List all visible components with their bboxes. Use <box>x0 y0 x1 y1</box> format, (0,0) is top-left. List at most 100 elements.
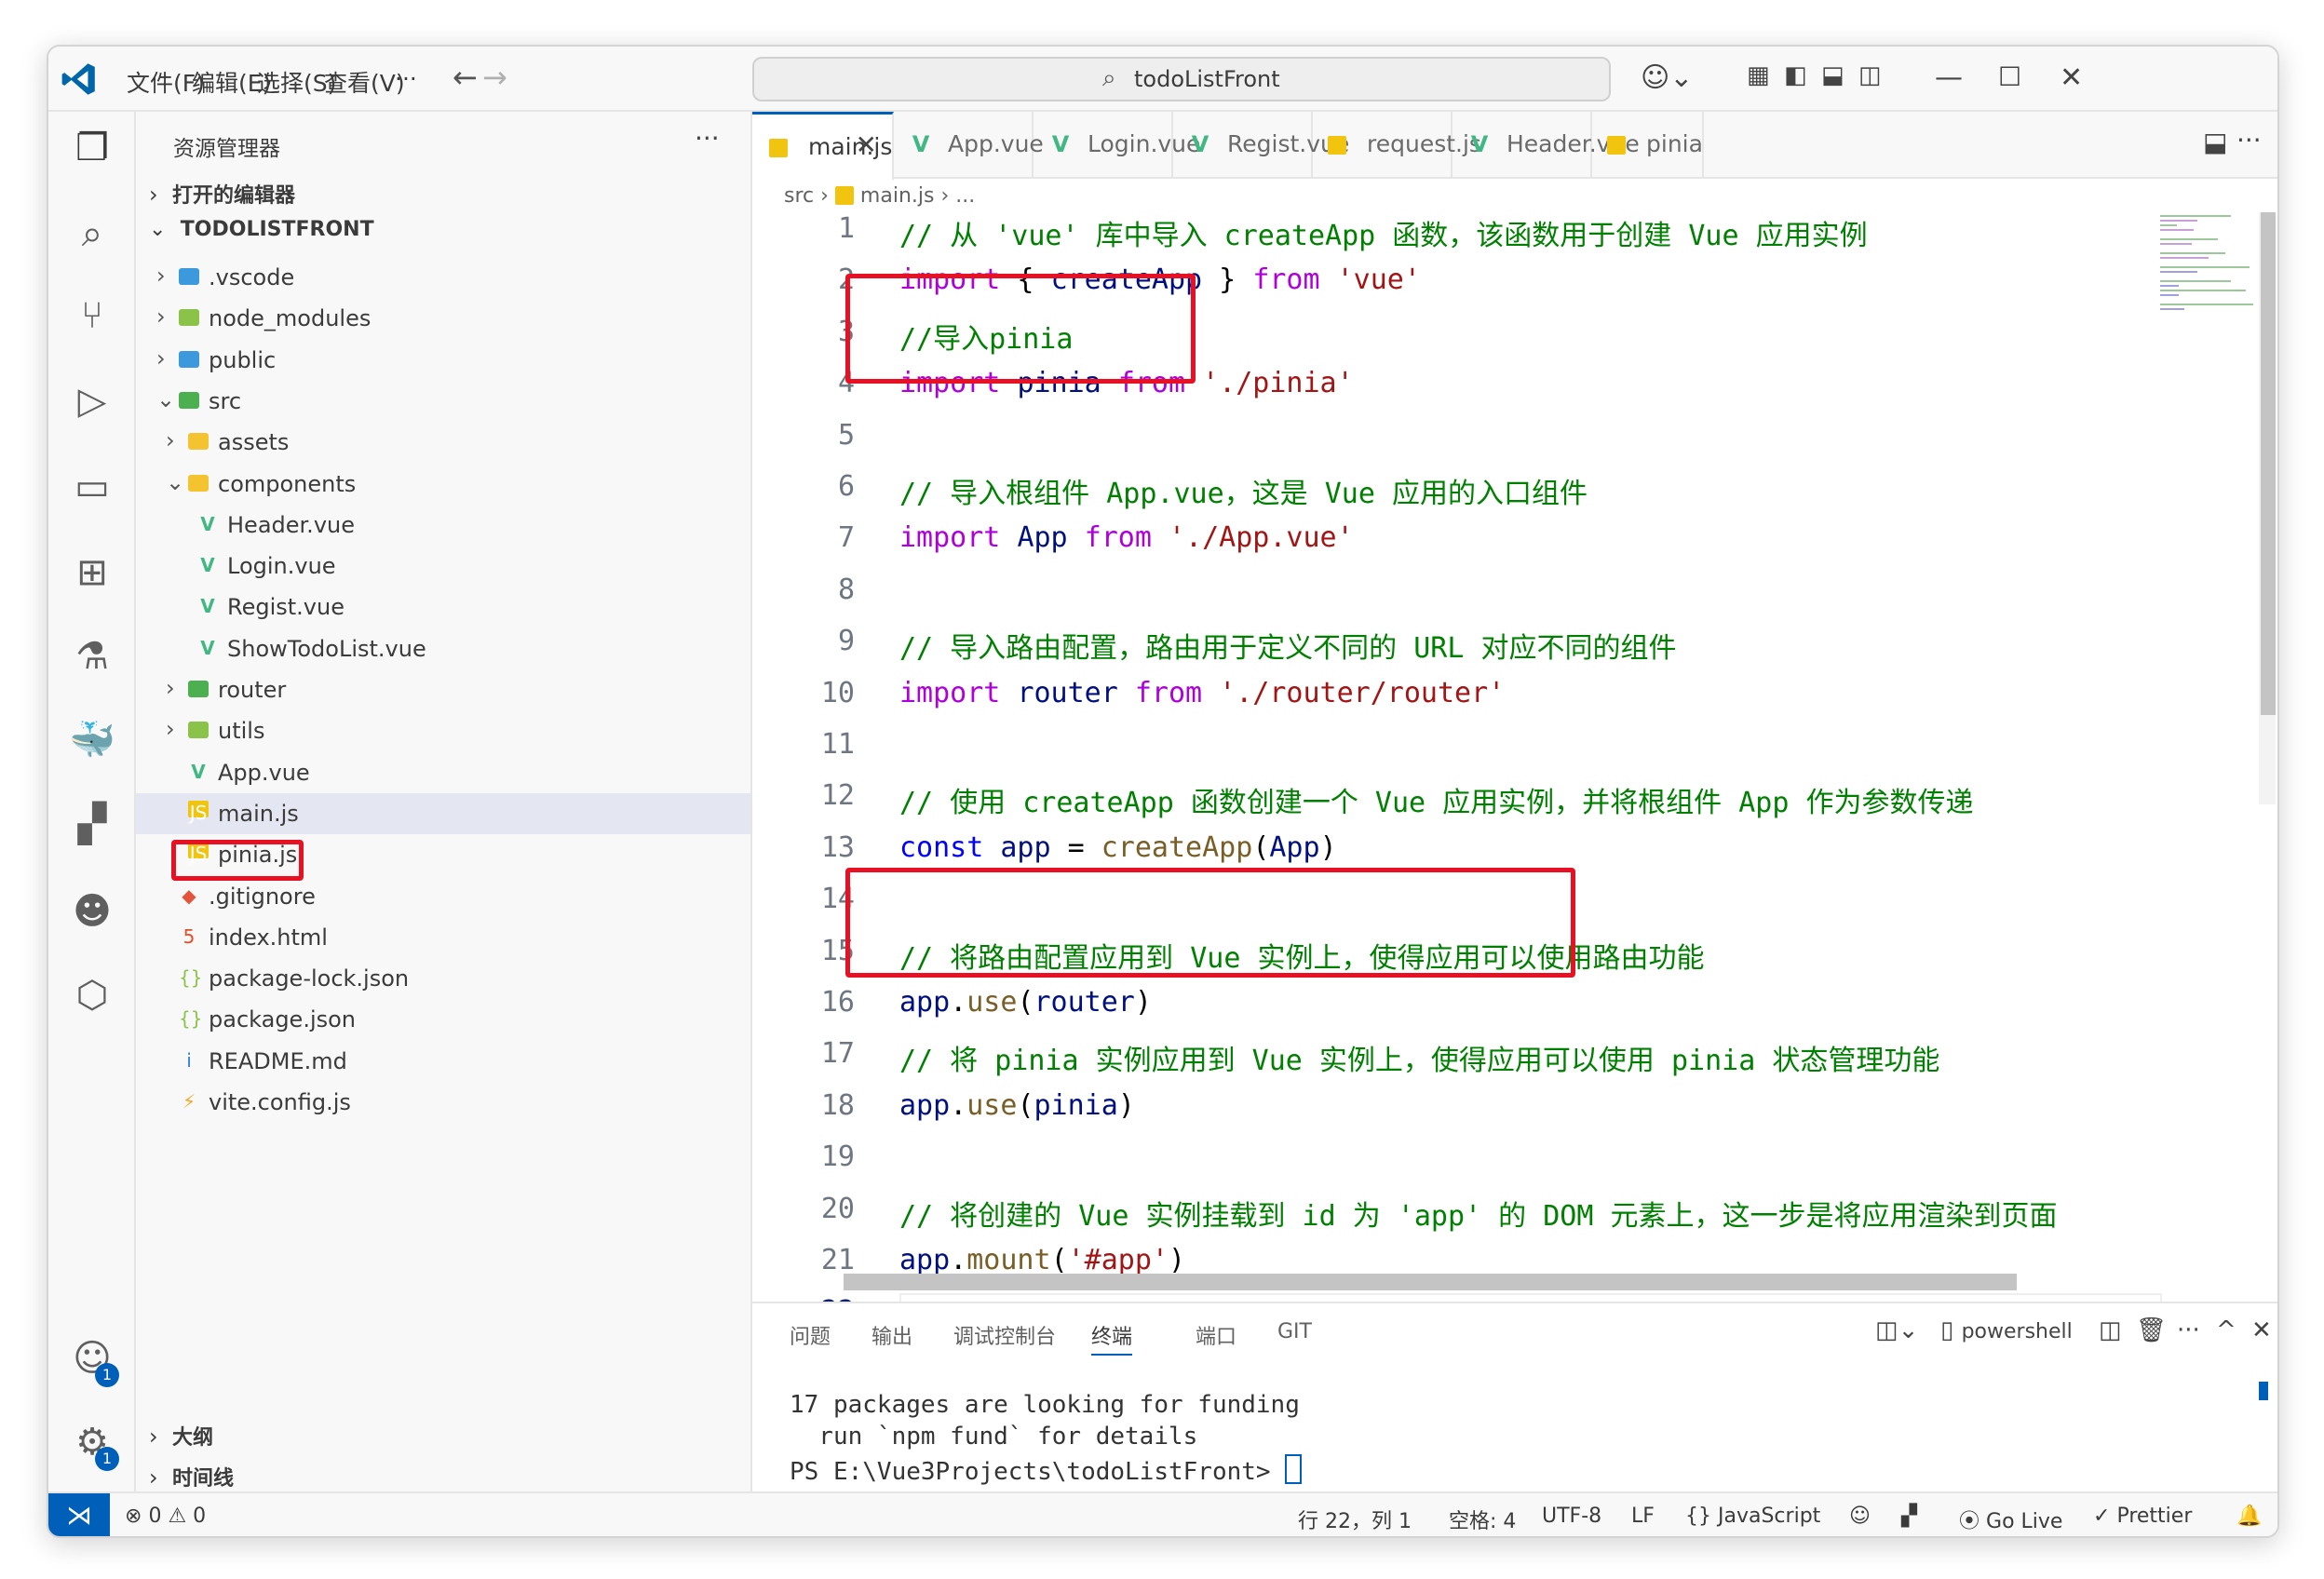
source-control-icon[interactable]: ⑂ <box>69 292 115 339</box>
maximize-panel-icon[interactable]: ^ <box>2216 1316 2236 1344</box>
problems-status[interactable]: ⊗ 0 ⚠ 0 <box>125 1505 206 1528</box>
editor-tab[interactable]: V Regist.vue <box>1171 112 1349 177</box>
breadcrumb-symbols[interactable]: ... <box>955 184 975 208</box>
docker-icon[interactable]: 🐳 <box>69 717 115 763</box>
tree-item[interactable]: V App.vue <box>136 752 750 793</box>
more-actions-icon[interactable]: ··· <box>695 123 720 154</box>
split-editor-icon[interactable]: ⬓ <box>2203 127 2227 157</box>
tree-item[interactable]: {} package.json <box>136 999 750 1040</box>
code-line[interactable]: app.mount('#app') <box>899 1244 1185 1276</box>
cursor-position[interactable]: 行 22，列 1 <box>1298 1505 1412 1534</box>
testing-icon[interactable]: ⚗ <box>69 633 115 680</box>
editor-tab[interactable]: V Login.vue <box>1032 112 1200 177</box>
terminal-prompt[interactable]: PS E:\Vue3Projects\todoListFront> <box>790 1454 1303 1486</box>
toggle-panel-icon[interactable]: ⬓ <box>1821 61 1844 89</box>
tree-item[interactable]: › .vscode <box>136 257 750 298</box>
toggle-sidebar-icon[interactable]: ◧ <box>1784 61 1807 89</box>
close-tab-icon[interactable]: ✕ <box>856 129 877 160</box>
code-line[interactable]: // 将创建的 Vue 实例挂载到 id 为 'app' 的 DOM 元素上，这… <box>899 1193 2057 1234</box>
forward-arrow-icon[interactable]: → <box>482 60 507 95</box>
tree-item[interactable]: V Login.vue <box>136 546 750 587</box>
tree-item[interactable]: ⌄ src <box>136 381 750 422</box>
extensions-icon[interactable]: ⊞ <box>69 549 115 596</box>
code-line[interactable]: const app = createApp(App) <box>899 831 1337 864</box>
kubernetes-icon[interactable]: ⬡ <box>69 972 115 1019</box>
code-line[interactable]: import App from './App.vue' <box>899 521 1354 554</box>
menu-view[interactable]: 查看(V) <box>324 65 405 99</box>
code-line[interactable]: import router from './router/router' <box>899 677 1505 709</box>
copilot-status-icon[interactable]: ☺ <box>1849 1505 1871 1528</box>
language-mode[interactable]: {} JavaScript <box>1685 1505 1820 1528</box>
copilot-icon[interactable]: ☺⌄ <box>1641 61 1693 94</box>
explorer-icon[interactable]: ❐ <box>69 125 115 171</box>
tab-terminal[interactable]: 终端 <box>1091 1320 1133 1356</box>
tree-item[interactable]: ⚡ vite.config.js <box>136 1082 750 1123</box>
gitlens-status-icon[interactable]: ▞ <box>1901 1505 1917 1528</box>
close-panel-icon[interactable]: ✕ <box>2251 1316 2272 1344</box>
tree-item[interactable]: › utils <box>136 710 750 751</box>
tab-problems[interactable]: 问题 <box>790 1320 831 1350</box>
code-line[interactable]: // 从 'vue' 库中导入 createApp 函数，该函数用于创建 Vue… <box>899 212 1868 253</box>
code-line[interactable]: // 导入根组件 App.vue，这是 Vue 应用的入口组件 <box>899 470 1588 511</box>
breadcrumb-file[interactable]: main.js <box>860 184 935 208</box>
search-activity-icon[interactable]: ⌕ <box>69 210 115 257</box>
close-window-icon[interactable]: ✕ <box>2060 61 2083 94</box>
tree-item[interactable]: ⌄ components <box>136 464 750 505</box>
tree-item[interactable]: {} package-lock.json <box>136 958 750 999</box>
tree-item[interactable]: › node_modules <box>136 298 750 339</box>
customize-layout-icon[interactable]: ▦ <box>1747 61 1770 89</box>
code-line[interactable]: app.use(pinia) <box>899 1089 1135 1122</box>
tree-item[interactable]: › public <box>136 340 750 381</box>
kill-terminal-icon[interactable]: 🗑 <box>2136 1316 2167 1344</box>
command-center-search[interactable]: ⌕ todoListFront <box>752 57 1611 101</box>
timeline-section[interactable]: › 时间线 <box>149 1462 234 1491</box>
prettier-status[interactable]: ✓ Prettier <box>2093 1505 2192 1528</box>
remote-explorer-icon[interactable]: ▭ <box>69 464 115 510</box>
tabs-more-icon[interactable]: ··· <box>2236 125 2262 155</box>
split-terminal-icon[interactable]: ◫ <box>2099 1316 2122 1344</box>
terminal-profile[interactable]: ▯ powershell <box>1940 1316 2073 1344</box>
code-line[interactable]: app.use(router) <box>899 986 1152 1019</box>
outline-section[interactable]: › 大纲 <box>149 1421 213 1451</box>
tree-item[interactable]: V ShowTodoList.vue <box>136 628 750 669</box>
minimize-icon[interactable]: — <box>1935 61 1963 94</box>
minimap[interactable] <box>2156 212 2259 324</box>
copilot-chat-icon[interactable]: ☻ <box>69 888 115 935</box>
tree-item[interactable]: › assets <box>136 422 750 463</box>
gitlens-icon[interactable]: ▞ <box>69 801 115 847</box>
editor-tab[interactable]: main.js ✕ <box>752 112 894 180</box>
tree-item[interactable]: V Regist.vue <box>136 587 750 628</box>
panel-more-icon[interactable]: ··· <box>2177 1316 2200 1344</box>
tree-item[interactable]: › router <box>136 669 750 710</box>
maximize-icon[interactable]: ☐ <box>1998 61 2021 92</box>
new-terminal-split-icon[interactable]: ◫⌄ <box>1875 1316 1918 1344</box>
horizontal-scrollbar[interactable] <box>844 1274 2017 1290</box>
code-line[interactable]: // 使用 createApp 函数创建一个 Vue 应用实例，并将根组件 Ap… <box>899 779 1973 820</box>
tree-item[interactable]: i README.md <box>136 1041 750 1082</box>
editor-tab[interactable]: request.js <box>1311 112 1481 177</box>
tab-git[interactable]: GIT <box>1277 1320 1312 1343</box>
editor-tab[interactable]: V App.vue <box>892 112 1044 177</box>
code-line[interactable]: // 将 pinia 实例应用到 Vue 实例上，使得应用可以使用 pinia … <box>899 1037 1939 1078</box>
tab-output[interactable]: 输出 <box>872 1320 912 1350</box>
toggle-secondary-sidebar-icon[interactable]: ◫ <box>1858 61 1882 89</box>
project-section[interactable]: ⌄ TODOLISTFRONT <box>149 218 374 241</box>
vertical-scrollbar-thumb[interactable] <box>2261 212 2276 715</box>
breadcrumb-folder[interactable]: src <box>784 184 814 208</box>
end-of-line[interactable]: LF <box>1631 1505 1655 1528</box>
open-editors-section[interactable]: › 打开的编辑器 <box>149 179 295 209</box>
notifications-bell-icon[interactable]: 🔔 <box>2236 1505 2262 1528</box>
editor-tab[interactable]: V Header.vue <box>1451 112 1640 177</box>
tree-item[interactable]: ◆ .gitignore <box>136 876 750 917</box>
indentation[interactable]: 空格: 4 <box>1449 1505 1516 1534</box>
go-live-button[interactable]: ⦿ Go Live <box>1959 1505 2062 1534</box>
encoding[interactable]: UTF-8 <box>1542 1505 1601 1528</box>
menu-more[interactable]: ··· <box>395 65 417 92</box>
tree-item[interactable]: 5 index.html <box>136 917 750 958</box>
run-debug-icon[interactable]: ▷ <box>69 378 115 425</box>
editor-tab[interactable]: pinia <box>1590 112 1704 177</box>
back-arrow-icon[interactable]: ← <box>453 60 478 95</box>
remote-indicator-icon[interactable]: ⋊ <box>48 1493 110 1536</box>
tree-item[interactable]: V Header.vue <box>136 505 750 546</box>
tab-debug-console[interactable]: 调试控制台 <box>953 1320 1056 1350</box>
